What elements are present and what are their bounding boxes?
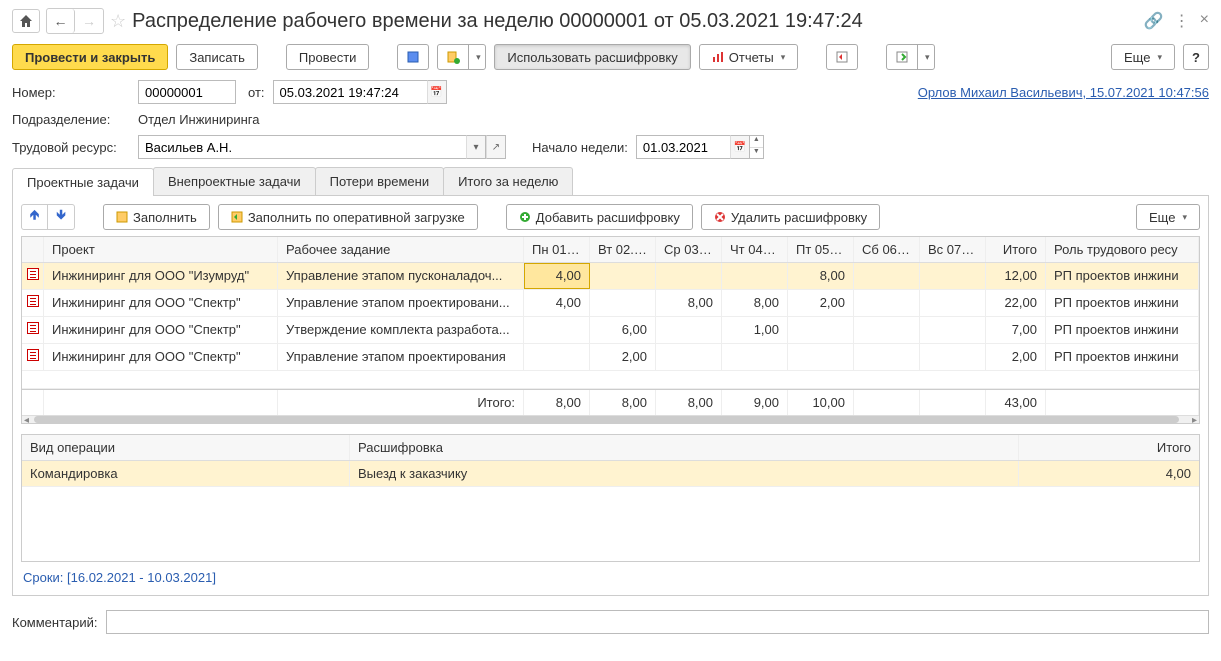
comment-input[interactable] (106, 610, 1210, 634)
extra-button-1[interactable] (826, 44, 858, 70)
attach-button[interactable] (437, 44, 469, 70)
back-button[interactable]: ← (47, 9, 75, 33)
forward-button[interactable]: → (75, 9, 103, 33)
table-row[interactable]: Инжиниринг для ООО "Спектр"Управление эт… (22, 290, 1199, 317)
favorite-icon[interactable]: ☆ (110, 11, 126, 32)
more-button[interactable]: Еще▾ (1111, 44, 1175, 70)
delete-detail-button[interactable]: Удалить расшифровку (701, 204, 880, 230)
table-row[interactable]: Инжиниринг для ООО "Изумруд"Управление э… (22, 263, 1199, 290)
tab-nonproject-tasks[interactable]: Внепроектные задачи (153, 167, 316, 195)
col-d3[interactable]: Ср 03.03 (656, 237, 722, 262)
doc-icon (27, 322, 39, 334)
week-stepper[interactable]: ▲▼ (750, 135, 764, 159)
author-link[interactable]: Орлов Михаил Васильевич, 15.07.2021 10:4… (918, 85, 1209, 100)
move-down-button[interactable]: 🡻 (48, 205, 74, 229)
tab-project-tasks[interactable]: Проектные задачи (12, 168, 154, 196)
week-start-input[interactable] (636, 135, 730, 159)
print-button[interactable] (397, 44, 429, 70)
attach-dropdown[interactable]: ▾ (468, 44, 486, 70)
grid-hscroll[interactable]: ◂ ▸ (22, 415, 1199, 423)
tab-time-losses[interactable]: Потери времени (315, 167, 444, 195)
department-value: Отдел Инжиниринга (138, 112, 260, 127)
dcol-total[interactable]: Итого (1019, 435, 1199, 460)
use-detail-toggle[interactable]: Использовать расшифровку (494, 44, 690, 70)
detail-row[interactable]: Командировка Выезд к заказчику 4,00 (22, 461, 1199, 487)
post-close-button[interactable]: Провести и закрыть (12, 44, 168, 70)
col-project[interactable]: Проект (44, 237, 278, 262)
tab-week-total[interactable]: Итого за неделю (443, 167, 573, 195)
week-start-label: Начало недели: (532, 140, 628, 155)
col-role[interactable]: Роль трудового ресу (1046, 237, 1199, 262)
resource-dropdown-icon[interactable]: ▾ (466, 135, 486, 159)
window-title: Распределение рабочего времени за неделю… (132, 10, 1138, 33)
reports-label: Отчеты (729, 50, 774, 65)
grid-more-button[interactable]: Еще▾ (1136, 204, 1200, 230)
extra-button-2-dropdown[interactable]: ▾ (917, 44, 935, 70)
resource-open-icon[interactable]: ↗ (486, 135, 506, 159)
col-d1[interactable]: Пн 01.03 (524, 237, 590, 262)
post-button[interactable]: Провести (286, 44, 370, 70)
move-up-button[interactable]: 🡹 (22, 205, 48, 229)
doc-icon (27, 295, 39, 307)
kebab-icon[interactable]: ⋮ (1174, 11, 1190, 31)
col-d5[interactable]: Пт 05.03 (788, 237, 854, 262)
col-d6[interactable]: Сб 06.03 (854, 237, 920, 262)
col-d7[interactable]: Вс 07.03 (920, 237, 986, 262)
link-icon[interactable]: 🔗 (1144, 11, 1164, 31)
table-row[interactable]: Инжиниринг для ООО "Спектр"Управление эт… (22, 344, 1199, 371)
comment-label: Комментарий: (12, 615, 98, 630)
tasks-grid[interactable]: Проект Рабочее задание Пн 01.03 Вт 02.03… (21, 236, 1200, 424)
save-button[interactable]: Записать (176, 44, 258, 70)
col-d2[interactable]: Вт 02.03 (590, 237, 656, 262)
extra-button-2[interactable] (886, 44, 918, 70)
calendar-icon[interactable]: 📅 (427, 80, 447, 104)
dcol-detail[interactable]: Расшифровка (350, 435, 1019, 460)
table-row[interactable]: Инжиниринг для ООО "Спектр"Утверждение к… (22, 317, 1199, 344)
add-detail-button[interactable]: Добавить расшифровку (506, 204, 693, 230)
date-input[interactable] (273, 80, 427, 104)
number-label: Номер: (12, 85, 130, 100)
from-label: от: (248, 85, 265, 100)
resource-label: Трудовой ресурс: (12, 140, 130, 155)
resource-input[interactable] (138, 135, 466, 159)
fill-by-load-button[interactable]: Заполнить по оперативной загрузке (218, 204, 478, 230)
number-input[interactable] (138, 80, 236, 104)
week-calendar-icon[interactable]: 📅 (730, 135, 750, 159)
col-task[interactable]: Рабочее задание (278, 237, 524, 262)
fill-button[interactable]: Заполнить (103, 204, 210, 230)
detail-grid[interactable]: Вид операции Расшифровка Итого Командиро… (21, 434, 1200, 562)
terms-link[interactable]: Сроки: [16.02.2021 - 10.03.2021] (21, 568, 1200, 587)
dcol-op[interactable]: Вид операции (22, 435, 350, 460)
close-icon[interactable]: × (1200, 11, 1209, 31)
help-button[interactable]: ? (1183, 44, 1209, 70)
doc-icon (27, 349, 39, 361)
doc-icon (27, 268, 39, 280)
reports-button[interactable]: Отчеты▾ (699, 44, 798, 70)
department-label: Подразделение: (12, 112, 130, 127)
footer-label: Итого: (278, 390, 524, 415)
col-d4[interactable]: Чт 04.03 (722, 237, 788, 262)
col-total[interactable]: Итого (986, 237, 1046, 262)
home-button[interactable] (12, 9, 40, 33)
